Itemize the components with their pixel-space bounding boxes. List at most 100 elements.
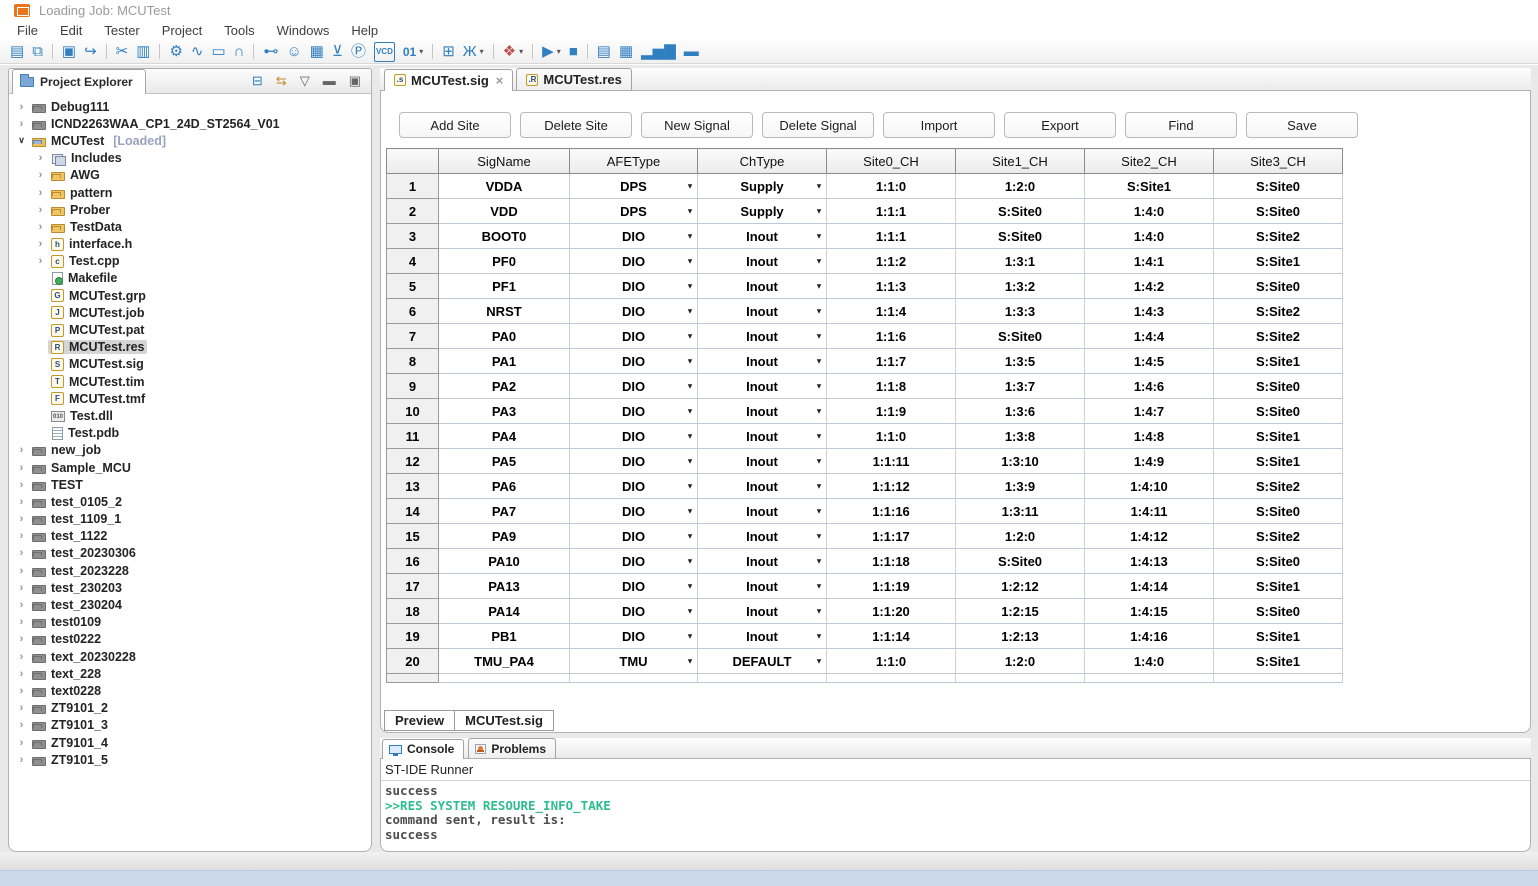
cell-site3-ch[interactable]: S:Site0	[1214, 599, 1343, 624]
cell-site1-ch[interactable]: 1:2:12	[956, 574, 1085, 599]
cell-afetype[interactable]: DIO▾	[570, 274, 698, 299]
expand-chevron-icon[interactable]: ›	[14, 547, 29, 559]
cell-chtype[interactable]: Inout▾	[698, 624, 827, 649]
editor-tab-mcutest-sig[interactable]: .sMCUTest.sig×	[384, 69, 513, 91]
delete-site-button[interactable]: Delete Site	[520, 112, 632, 138]
dropdown-caret-icon[interactable]: ▾	[817, 482, 821, 491]
dropdown-caret-icon[interactable]: ▾	[688, 357, 692, 366]
menu-tools[interactable]: Tools	[213, 23, 265, 38]
import-button[interactable]: Import	[883, 112, 995, 138]
paste-icon[interactable]: ▥	[132, 42, 154, 62]
expand-chevron-icon[interactable]: ›	[33, 221, 48, 233]
row-number[interactable]: 11	[387, 424, 439, 449]
expand-chevron-icon[interactable]: ›	[14, 754, 29, 766]
dropdown-caret-icon[interactable]: ▾	[688, 382, 692, 391]
expand-chevron-icon[interactable]: ›	[14, 633, 29, 645]
menu-project[interactable]: Project	[151, 23, 213, 38]
cell-site3-ch[interactable]: S:Site2	[1214, 224, 1343, 249]
cell-site3-ch[interactable]: S:Site2	[1214, 299, 1343, 324]
cell-chtype[interactable]: Inout▾	[698, 249, 827, 274]
dropdown-caret-icon[interactable]: ▾	[688, 182, 692, 191]
dropdown-caret-icon[interactable]: ▾	[817, 407, 821, 416]
editor-tab-mcutest-res[interactable]: .RMCUTest.res	[516, 68, 632, 90]
monitor-icon[interactable]: ▭	[207, 42, 229, 62]
cell-site3-ch[interactable]: S:Site0	[1214, 199, 1343, 224]
cell-chtype[interactable]: Inout▾	[698, 349, 827, 374]
expand-chevron-icon[interactable]: ›	[14, 118, 29, 130]
expand-chevron-icon[interactable]: ›	[14, 513, 29, 525]
cell-site3-ch[interactable]: S:Site1	[1214, 624, 1343, 649]
dropdown-caret-icon[interactable]: ▾	[817, 357, 821, 366]
expand-chevron-icon[interactable]: ›	[14, 651, 29, 663]
tab-project-explorer[interactable]: Project Explorer	[12, 69, 146, 94]
expand-chevron-icon[interactable]: ›	[14, 668, 29, 680]
tree-item-zt9101-2[interactable]: ›ZT9101_2	[9, 700, 371, 717]
dropdown-caret-icon[interactable]: ▾	[817, 182, 821, 191]
cell-site0-ch[interactable]: 1:1:0	[827, 174, 956, 199]
tree-item-new-job[interactable]: ›new_job	[9, 442, 371, 459]
cell-signame[interactable]: TMU_PA4	[439, 649, 570, 674]
cell-signame[interactable]: PA13	[439, 574, 570, 599]
cell-site1-ch[interactable]: 1:3:6	[956, 399, 1085, 424]
cell-afetype[interactable]: DIO▾	[570, 499, 698, 524]
cell-chtype[interactable]: Inout▾	[698, 524, 827, 549]
cell-chtype[interactable]: Inout▾	[698, 399, 827, 424]
tree-item-test[interactable]: ›TEST	[9, 476, 371, 493]
menu-file[interactable]: File	[6, 23, 49, 38]
dropdown-caret-icon[interactable]: ▾	[688, 482, 692, 491]
cell-chtype[interactable]: Inout▾	[698, 549, 827, 574]
row-number[interactable]: 16	[387, 549, 439, 574]
tree-item-includes[interactable]: ›Includes	[9, 150, 371, 167]
cell-afetype[interactable]: DIO▾	[570, 449, 698, 474]
tree-item-test-pdb[interactable]: Test.pdb	[9, 425, 371, 442]
open-project-icon[interactable]: ▣	[58, 42, 80, 62]
tree-item-test-cpp[interactable]: ›cTest.cpp	[9, 253, 371, 270]
row-number[interactable]: 8	[387, 349, 439, 374]
cell-site2-ch[interactable]: 1:4:16	[1085, 624, 1214, 649]
dropdown-caret-icon[interactable]: ▾	[817, 382, 821, 391]
dropdown-caret-icon[interactable]: ▾	[688, 432, 692, 441]
dropdown-caret-icon[interactable]: ▾	[817, 632, 821, 641]
dropdown-caret-icon[interactable]: ▾	[817, 607, 821, 616]
menu-edit[interactable]: Edit	[49, 23, 93, 38]
tree-item-text0228[interactable]: ›text0228	[9, 682, 371, 699]
cell-signame[interactable]: PA9	[439, 524, 570, 549]
cell-afetype[interactable]: DIO▾	[570, 524, 698, 549]
expand-chevron-icon[interactable]: ›	[33, 255, 48, 267]
dropdown-caret-icon[interactable]: ▾	[688, 207, 692, 216]
tree-item-prober[interactable]: ›Prober	[9, 201, 371, 218]
cell-signame[interactable]: PA1	[439, 349, 570, 374]
cell-site2-ch[interactable]: 1:4:6	[1085, 374, 1214, 399]
expand-chevron-icon[interactable]: ›	[14, 685, 29, 697]
probe-connect-icon[interactable]: ⊷	[259, 42, 282, 62]
cell-site1-ch[interactable]: 1:3:2	[956, 274, 1085, 299]
row-number[interactable]: 5	[387, 274, 439, 299]
row-number[interactable]: 20	[387, 649, 439, 674]
expand-chevron-icon[interactable]: ›	[14, 599, 29, 611]
tree-item-debug111[interactable]: ›Debug111	[9, 98, 371, 115]
cell-site3-ch[interactable]: S:Site0	[1214, 399, 1343, 424]
cell-site0-ch[interactable]: 1:1:1	[827, 199, 956, 224]
run-icon[interactable]: ▶▾	[538, 42, 565, 62]
cell-afetype[interactable]: DIO▾	[570, 324, 698, 349]
expand-chevron-icon[interactable]: ›	[33, 169, 48, 181]
collapse-all-icon[interactable]: ⊟	[252, 72, 263, 90]
cell-site0-ch[interactable]: 1:1:20	[827, 599, 956, 624]
tree-item-test-230203[interactable]: ›test_230203	[9, 579, 371, 596]
cell-signame[interactable]: PA2	[439, 374, 570, 399]
waveform-icon[interactable]: ∿	[187, 42, 208, 62]
cell-site2-ch[interactable]: 1:4:12	[1085, 524, 1214, 549]
cell-site3-ch[interactable]: S:Site1	[1214, 249, 1343, 274]
find-button[interactable]: Find	[1125, 112, 1237, 138]
export-button[interactable]: Export	[1004, 112, 1116, 138]
dropdown-caret-icon[interactable]: ▾	[519, 47, 523, 56]
tree-item-mcutest[interactable]: ∨MCUTest [Loaded]	[9, 132, 371, 149]
cell-site3-ch[interactable]: S:Site2	[1214, 324, 1343, 349]
tree-item-mcutest-job[interactable]: JMCUTest.job	[9, 304, 371, 321]
tree-item-test-dll[interactable]: 010Test.dll	[9, 407, 371, 424]
expand-chevron-icon[interactable]: ∨	[14, 135, 29, 146]
expand-chevron-icon[interactable]: ›	[14, 101, 29, 113]
expand-chevron-icon[interactable]: ›	[33, 238, 48, 250]
dropdown-caret-icon[interactable]: ▾	[817, 432, 821, 441]
row-number[interactable]: 2	[387, 199, 439, 224]
